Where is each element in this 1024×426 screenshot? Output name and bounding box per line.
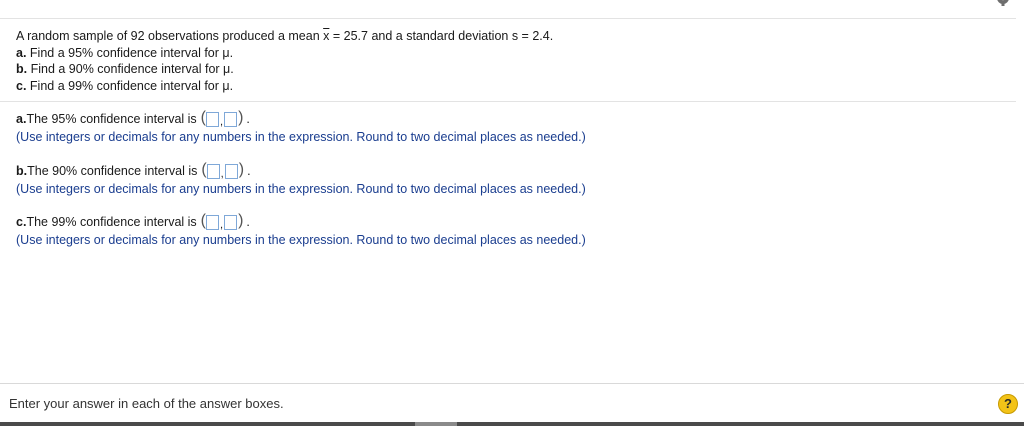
part-letter: b. bbox=[16, 163, 28, 178]
part-letter: a. bbox=[16, 111, 27, 126]
rounding-hint: (Use integers or decimals for any number… bbox=[16, 233, 586, 247]
upper-bound-input[interactable] bbox=[224, 214, 238, 230]
comma-separator: , bbox=[220, 167, 224, 180]
question-item-a: a. Find a 95% confidence interval for μ. bbox=[16, 45, 553, 62]
rounding-hint: (Use integers or decimals for any number… bbox=[16, 130, 586, 144]
footer-instruction: Enter your answer in each of the answer … bbox=[9, 396, 284, 411]
gear-icon[interactable] bbox=[992, 0, 1014, 8]
part-prompt-text: The 90% confidence interval is bbox=[27, 163, 198, 178]
open-paren: ( bbox=[200, 109, 206, 126]
open-paren: ( bbox=[201, 161, 207, 178]
footer-divider bbox=[0, 383, 1024, 384]
part-letter: c. bbox=[16, 214, 27, 229]
answer-part-b: b. The 90% confidence interval is ( , ) … bbox=[16, 161, 586, 198]
upper-bound-input[interactable] bbox=[224, 111, 238, 127]
answer-part-c: c. The 99% confidence interval is ( , ) … bbox=[16, 212, 586, 249]
item-letter: a. bbox=[16, 45, 27, 60]
intro-suffix: = 25.7 and a standard deviation s = 2.4. bbox=[329, 29, 554, 43]
top-divider bbox=[0, 18, 1016, 19]
part-prompt-text: The 99% confidence interval is bbox=[26, 214, 197, 229]
question-item-c: c. Find a 99% confidence interval for μ. bbox=[16, 78, 553, 95]
part-prompt: b. The 90% confidence interval is ( , ) … bbox=[16, 161, 586, 181]
open-paren: ( bbox=[200, 212, 206, 229]
item-letter: b. bbox=[16, 62, 28, 76]
item-text: Find a 95% confidence interval for μ. bbox=[26, 45, 234, 60]
help-icon[interactable]: ? bbox=[998, 394, 1018, 414]
lower-bound-input[interactable] bbox=[206, 163, 220, 179]
upper-bound-input[interactable] bbox=[224, 163, 238, 179]
question-divider bbox=[0, 101, 1016, 102]
close-paren: ) bbox=[238, 161, 245, 178]
rounding-hint: (Use integers or decimals for any number… bbox=[16, 182, 586, 196]
item-letter: c. bbox=[16, 78, 27, 93]
question-item-b: b. Find a 90% confidence interval for μ. bbox=[16, 61, 553, 78]
period: . bbox=[246, 111, 250, 126]
scrollbar-thumb[interactable] bbox=[415, 422, 457, 426]
lower-bound-input[interactable] bbox=[206, 111, 219, 127]
part-prompt-text: The 95% confidence interval is bbox=[26, 111, 197, 126]
comma-separator: , bbox=[220, 115, 224, 128]
answer-part-a: a. The 95% confidence interval is ( , ) … bbox=[16, 109, 586, 146]
part-prompt: c. The 99% confidence interval is ( , ) … bbox=[16, 212, 586, 232]
item-text: Find a 90% confidence interval for μ. bbox=[27, 62, 234, 76]
close-paren: ) bbox=[238, 212, 244, 229]
close-paren: ) bbox=[238, 109, 244, 126]
item-text: Find a 99% confidence interval for μ. bbox=[26, 78, 234, 93]
period: . bbox=[246, 214, 250, 229]
intro-prefix: A random sample of 92 observations produ… bbox=[16, 29, 324, 43]
question-intro: A random sample of 92 observations produ… bbox=[16, 28, 553, 45]
help-label: ? bbox=[1004, 396, 1012, 411]
question-stem: A random sample of 92 observations produ… bbox=[16, 28, 553, 94]
bottom-scrollbar[interactable] bbox=[0, 422, 1024, 426]
period: . bbox=[247, 163, 251, 178]
comma-separator: , bbox=[220, 218, 224, 231]
lower-bound-input[interactable] bbox=[206, 214, 219, 230]
part-prompt: a. The 95% confidence interval is ( , ) … bbox=[16, 109, 586, 129]
